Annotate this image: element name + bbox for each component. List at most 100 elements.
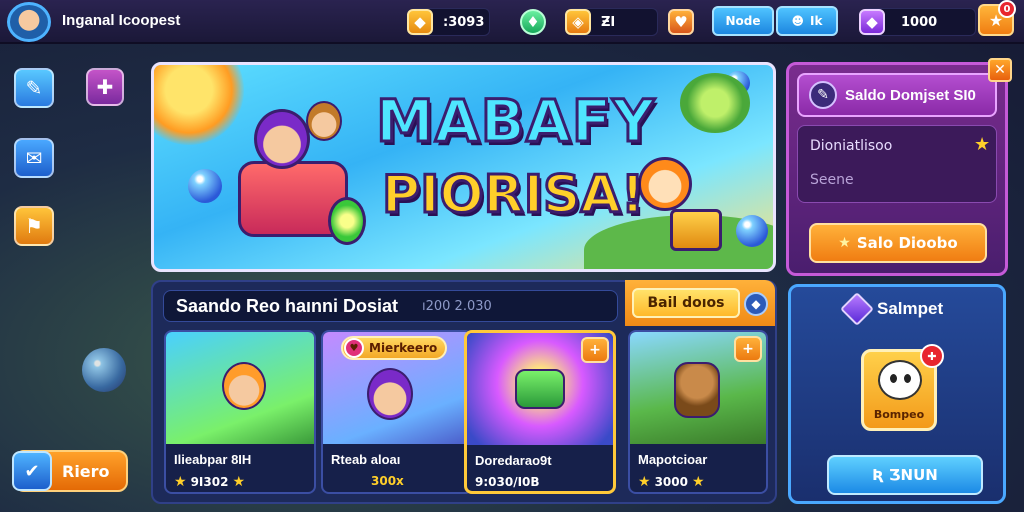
decor-bubble xyxy=(82,348,126,392)
star-icon: ★ xyxy=(638,474,651,490)
gem-icon xyxy=(840,292,874,326)
card-name: Ilieabpar 8IH xyxy=(174,452,252,467)
friends-button[interactable]: ☻ Ik xyxy=(776,6,838,36)
tickets-value: ƵI xyxy=(601,14,616,30)
mode-button[interactable]: Node xyxy=(712,6,774,36)
card-art xyxy=(166,332,314,444)
card-character xyxy=(515,369,565,409)
close-icon[interactable]: ✕ xyxy=(988,58,1012,82)
event-card[interactable]: ♥ Mierkeero Rteab aloaı 300x xyxy=(321,330,473,494)
reward-claim-button[interactable]: Ʀ ƷNUN xyxy=(827,455,983,495)
star-icon: ★ xyxy=(838,235,851,251)
chest-counter[interactable]: ♥ xyxy=(668,8,700,36)
player-name: Inganal Icoopest xyxy=(62,12,181,29)
sidebar-quests-button[interactable]: ✎ xyxy=(14,68,54,108)
gold-chest-decor xyxy=(670,209,722,251)
top-bar: Inganal Icoopest ◆ :3093 ♦ ◈ ƵI ♥ Node ☻… xyxy=(0,0,1024,44)
reward-pet-icon xyxy=(878,360,922,400)
sun-decor xyxy=(154,65,244,145)
card-price: ★ 9I302 ★ xyxy=(174,474,245,490)
notification-badge: 0 xyxy=(998,0,1016,18)
event-card[interactable]: Ilieabpar 8IH ★ 9I302 ★ xyxy=(164,330,316,494)
star-icon: ★ xyxy=(691,474,705,490)
card-price-value: 3000 xyxy=(654,475,688,489)
coins-counter[interactable]: ◆ :3093 xyxy=(407,8,490,36)
banner-title-line1: MABAFY xyxy=(374,86,656,157)
card-name: Doredarao9t xyxy=(475,453,552,468)
reward-item-label: Bompeo xyxy=(873,408,925,421)
event-info-button[interactable]: ◆ xyxy=(744,292,768,316)
premium-gem-icon: ◆ xyxy=(859,9,885,35)
premium-counter[interactable]: ◆ 1000 xyxy=(859,8,976,36)
reward-panel: Salmpet Bompeo ✚ Ʀ ƷNUN xyxy=(788,284,1006,504)
promo-panel: ✎ Saldo Domjset SI0 Dioniatlisoo Seene ★… xyxy=(786,62,1008,276)
event-tab-button[interactable]: Bail doıos xyxy=(632,288,740,318)
sidebar-events-button[interactable]: ⚑ xyxy=(14,206,54,246)
card-badge-label: Mierkeero xyxy=(369,341,438,355)
kid-character xyxy=(638,157,692,211)
card-character xyxy=(367,368,413,420)
promo-title: Saldo Domjset SI0 xyxy=(845,87,976,104)
alert-icon: ✚ xyxy=(920,344,944,368)
card-price: 9:030/I0B xyxy=(475,475,540,489)
promo-details: Dioniatlisoo Seene ★ xyxy=(797,125,997,203)
card-name: Rteab aloaı xyxy=(331,452,401,467)
event-banner[interactable]: MABAFY PIORISA! xyxy=(151,62,776,272)
ticket-icon: ◈ xyxy=(565,9,591,35)
card-price-value: 9:030/I0B xyxy=(475,475,540,489)
star-icon: ★ xyxy=(174,474,187,490)
card-price: 300x xyxy=(371,474,404,488)
trophy-icon: ⚑ xyxy=(25,214,43,238)
premium-value: 1000 xyxy=(901,14,938,30)
heart-icon: ♥ xyxy=(344,338,364,358)
gift-icon: ✚ xyxy=(96,75,114,99)
player-avatar[interactable] xyxy=(7,2,51,42)
card-add-button[interactable]: + xyxy=(734,336,762,362)
hero-button-label: Riero xyxy=(62,461,110,481)
card-name: Mapotcioar xyxy=(638,452,708,467)
promo-header: ✎ Saldo Domjset SI0 xyxy=(797,73,997,117)
reward-item[interactable]: Bompeo ✚ xyxy=(861,344,944,431)
card-add-button[interactable]: + xyxy=(581,337,609,363)
card-price-value: 9I302 xyxy=(190,475,229,489)
promo-button-label: Salo Dioobo xyxy=(856,234,958,252)
promo-button[interactable]: ★ Salo Dioobo xyxy=(809,223,987,263)
scroll-icon: ✎ xyxy=(25,76,43,100)
hero-icon: ✔ xyxy=(12,451,52,491)
green-melon-decor xyxy=(680,73,750,133)
reward-title-label: Salmpet xyxy=(877,299,944,318)
promo-line2: Seene xyxy=(810,172,854,188)
tickets-counter[interactable]: ◈ ƵI xyxy=(565,8,658,36)
card-price-value: 300x xyxy=(371,474,404,488)
sidekick-character xyxy=(306,101,342,141)
compass-icon: ✎ xyxy=(809,81,837,109)
diamond-icon: ◆ xyxy=(751,297,761,311)
card-price: ★ 3000 ★ xyxy=(638,474,705,490)
reward-title: Salmpet xyxy=(840,292,944,326)
event-title-bar: Saando Reo haınni Dosiat ı200 2.030 xyxy=(163,290,618,322)
star-icon: ★ xyxy=(974,134,991,155)
card-badge: ♥ Mierkeero xyxy=(341,336,448,360)
card-character xyxy=(222,362,266,410)
event-card[interactable]: + Mapotcioar ★ 3000 ★ xyxy=(628,330,768,494)
banner-title-line2: PIORISA! xyxy=(380,164,645,227)
plus-icon: + xyxy=(742,341,754,357)
card-character xyxy=(674,362,720,418)
green-gem-decor xyxy=(328,197,366,245)
orb-decor xyxy=(736,215,768,247)
gems-counter[interactable]: ♦ xyxy=(520,8,552,36)
sidebar-gift-button[interactable]: ✚ xyxy=(86,68,124,106)
event-title: Saando Reo haınni Dosiat xyxy=(176,296,399,316)
gem-icon: ♦ xyxy=(520,9,546,35)
sidebar-map-button[interactable]: ✉ xyxy=(14,138,54,178)
chest-icon: ♥ xyxy=(668,9,694,35)
coin-icon: ◆ xyxy=(407,9,433,35)
friends-icon: ☻ xyxy=(791,14,805,28)
hero-button[interactable]: ✔ Riero xyxy=(12,450,128,492)
orb-decor xyxy=(188,169,222,203)
map-icon: ✉ xyxy=(25,146,43,170)
event-code: ı200 2.030 xyxy=(422,299,492,314)
hero-character xyxy=(254,109,310,169)
event-card-selected[interactable]: + Doredarao9t 9:030/I0B xyxy=(464,330,616,494)
star-icon: ★ xyxy=(232,474,245,490)
